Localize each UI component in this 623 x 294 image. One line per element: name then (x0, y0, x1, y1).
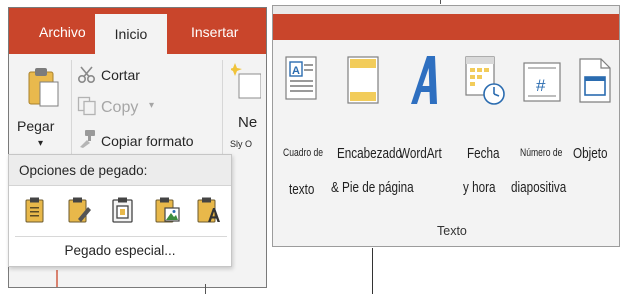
paste-embed-icon[interactable] (108, 195, 138, 225)
cut-button[interactable]: Cortar (101, 67, 140, 83)
paste-button-label: Pegar (17, 118, 55, 134)
paste-options-menu: Opciones de pegado: Pegado especial... (8, 154, 232, 267)
new-slide-icon (231, 63, 261, 99)
text-box-label-2: texto (289, 181, 315, 198)
svg-text:#: # (536, 76, 546, 95)
tab-insertar[interactable]: Insertar (191, 24, 238, 40)
paste-button[interactable]: Pegar ▾ (14, 60, 72, 162)
tab-archivo[interactable]: Archivo (39, 24, 86, 40)
tab-inicio[interactable]: Inicio (95, 14, 167, 55)
pointer-line (205, 284, 206, 294)
paste-dropdown-arrow-icon[interactable]: ▾ (38, 138, 43, 149)
object-icon[interactable] (579, 58, 613, 104)
text-box-label-1: Cuadro de (283, 147, 324, 159)
slide-number-icon[interactable]: # (523, 62, 561, 102)
slide-number-label-2: diapositiva (511, 179, 567, 196)
date-time-label-1: Fecha (467, 145, 500, 162)
pointer-line (372, 248, 373, 294)
header-footer-icon[interactable] (347, 56, 381, 106)
paste-special-item[interactable]: Pegado especial... (9, 243, 231, 258)
clipboard-icon (28, 68, 59, 107)
text-group-label: Texto (437, 224, 467, 238)
document-edge-line (56, 270, 58, 287)
paste-keep-source-formatting-icon[interactable] (64, 195, 94, 225)
ribbon-bar-top-strip (273, 6, 619, 14)
paste-destination-theme-icon[interactable] (20, 195, 50, 225)
paste-menu-separator (15, 236, 227, 237)
format-painter-icon (80, 130, 95, 148)
svg-text:A: A (292, 65, 300, 77)
new-slide-button[interactable]: Ne (238, 114, 257, 131)
scissors-icon (77, 66, 96, 84)
copy-dropdown-arrow-icon[interactable]: ▾ (149, 100, 154, 111)
paste-options-header: Opciones de pegado: (9, 155, 231, 186)
slide-number-label-1: Número de (520, 147, 563, 159)
copy-button[interactable]: Copy (101, 99, 138, 117)
wordart-label: WordArt (399, 145, 442, 162)
text-box-icon[interactable]: A (285, 56, 319, 102)
insert-ribbon-text-group: A Cuadro de texto Encabezado & Pie de pá… (272, 5, 620, 247)
header-footer-label-1: Encabezado (337, 145, 403, 162)
pointer-line (440, 0, 441, 4)
paste-picture-icon[interactable] (152, 195, 182, 225)
header-footer-label-2: & Pie de página (331, 179, 414, 196)
date-time-icon[interactable] (465, 56, 505, 106)
paste-keep-text-only-icon[interactable] (194, 195, 224, 225)
format-painter-button[interactable]: Copiar formato (101, 133, 194, 149)
new-slide-sublabel: Sly O (230, 139, 253, 149)
date-time-label-2: y hora (463, 179, 496, 196)
group-divider (222, 60, 223, 160)
wordart-icon[interactable] (407, 52, 441, 110)
object-label: Objeto (573, 145, 608, 162)
copy-icon (77, 96, 96, 116)
